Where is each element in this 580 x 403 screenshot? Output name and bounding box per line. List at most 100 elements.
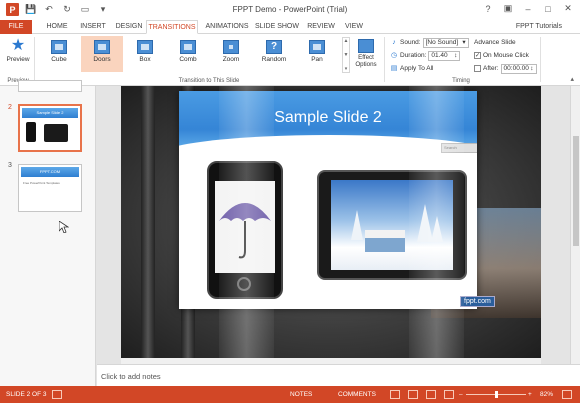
- transition-pan[interactable]: Pan: [296, 36, 338, 72]
- thumbnail-phone: [26, 122, 36, 142]
- ribbon-tabs: FILE HOME INSERT DESIGN TRANSITIONS ANIM…: [0, 20, 580, 34]
- minimize-icon[interactable]: –: [520, 2, 536, 15]
- vertical-scrollbar[interactable]: [570, 86, 580, 364]
- ribbon-display-icon[interactable]: ▣: [500, 2, 516, 15]
- transition-doors[interactable]: Doors: [81, 36, 123, 72]
- duration-value: 01.40: [431, 52, 448, 59]
- tab-file[interactable]: FILE: [0, 20, 32, 34]
- spellcheck-icon[interactable]: [52, 390, 62, 399]
- tab-view[interactable]: VIEW: [340, 20, 368, 34]
- slideshow-icon[interactable]: [444, 390, 454, 399]
- account-name[interactable]: FPPT Tutorials: [516, 20, 562, 34]
- zoom-level[interactable]: 82%: [540, 391, 553, 398]
- apply-to-all-button[interactable]: ▤ Apply To All: [390, 63, 470, 74]
- duration-label: Duration:: [400, 52, 427, 59]
- on-mouse-click-checkbox[interactable]: ✓: [474, 52, 481, 59]
- notes-pane[interactable]: Click to add notes: [97, 364, 580, 386]
- mouse-cursor-icon: [59, 221, 69, 233]
- transition-random[interactable]: ? Random: [253, 36, 295, 72]
- notes-toggle[interactable]: NOTES: [290, 391, 312, 398]
- tab-review[interactable]: REVIEW: [304, 20, 338, 34]
- zoom-out-icon[interactable]: –: [459, 391, 463, 398]
- zoom-icon: [223, 40, 239, 54]
- effect-options-label-2: Options: [355, 61, 377, 68]
- reading-view-icon[interactable]: [426, 390, 436, 399]
- transition-gallery: Cube Doors Box Comb Zoom ? Random Pan: [36, 36, 342, 74]
- transition-zoom[interactable]: Zoom: [210, 36, 252, 72]
- slide-thumbnail-2[interactable]: Sample Slide 2: [18, 104, 82, 152]
- tab-home[interactable]: HOME: [40, 20, 74, 34]
- sound-dropdown[interactable]: [No Sound] ▾: [422, 37, 469, 48]
- divider: [34, 37, 35, 82]
- tab-design[interactable]: DESIGN: [112, 20, 146, 34]
- effect-options-icon: [358, 39, 374, 53]
- fppt-badge: fppt.com: [460, 296, 495, 307]
- effect-options-label-1: Effect: [358, 54, 374, 61]
- collapse-ribbon-icon[interactable]: ▴: [570, 75, 574, 83]
- zoom-in-icon[interactable]: +: [528, 391, 532, 398]
- scene-pillar: [141, 86, 155, 358]
- help-icon[interactable]: ?: [480, 2, 496, 15]
- random-icon: ?: [266, 40, 282, 54]
- more-icon[interactable]: ▾: [345, 66, 348, 72]
- chevron-up-icon[interactable]: ▲: [344, 38, 349, 44]
- close-icon[interactable]: ✕: [560, 2, 576, 15]
- pan-icon: [309, 40, 325, 54]
- timing-left: ♪ Sound: [No Sound] ▾ ◷ Duration: 01.40 …: [390, 37, 470, 76]
- door-panel: [219, 86, 274, 358]
- preview-button[interactable]: ★ Preview: [4, 36, 32, 74]
- slide-thumbnails-pane: 2 Sample Slide 2 3 FPPT.COM Free PowerPo…: [0, 80, 96, 386]
- maximize-icon[interactable]: □: [540, 2, 556, 15]
- comments-toggle[interactable]: COMMENTS: [338, 391, 376, 398]
- zoom-slider[interactable]: [466, 391, 526, 398]
- thumbnail-title-bar: Sample Slide 2: [22, 108, 78, 118]
- doors-icon: [94, 40, 110, 54]
- fit-slide-icon[interactable]: [562, 390, 572, 399]
- clock-icon: ◷: [390, 51, 398, 59]
- divider: [384, 37, 385, 82]
- star-icon: ★: [10, 37, 26, 54]
- status-bar: SLIDE 2 OF 3 NOTES COMMENTS – + 82%: [0, 386, 580, 403]
- tab-slide-show[interactable]: SLIDE SHOW: [254, 20, 300, 34]
- apply-all-icon: ▤: [390, 64, 398, 72]
- normal-view-icon[interactable]: [390, 390, 400, 399]
- scroll-thumb[interactable]: [573, 136, 579, 246]
- slide-sorter-icon[interactable]: [408, 390, 418, 399]
- sound-value: [No Sound]: [425, 39, 459, 46]
- window-controls: ? ▣ – □ ✕: [480, 2, 576, 15]
- spin-arrows-icon: ↕: [530, 65, 534, 72]
- on-mouse-click-label: On Mouse Click: [483, 52, 529, 59]
- transition-cube[interactable]: Cube: [38, 36, 80, 72]
- duration-stepper[interactable]: 01.40 ↕: [428, 50, 461, 61]
- slide-thumbnail-1[interactable]: [18, 80, 82, 92]
- title-bar: P 💾 ↶ ↻ ▭ ▾ FPPT Demo - PowerPoint (Tria…: [0, 0, 580, 20]
- tab-insert[interactable]: INSERT: [76, 20, 110, 34]
- after-checkbox[interactable]: [474, 65, 481, 72]
- after-label: After:: [483, 65, 499, 72]
- thumbnail-number: 3: [8, 162, 12, 169]
- apply-all-label: Apply To All: [400, 65, 434, 72]
- thumbnail-number: 2: [8, 104, 12, 111]
- transition-label: Zoom: [222, 56, 240, 63]
- notes-placeholder[interactable]: Click to add notes: [101, 372, 161, 381]
- main-area: 2 Sample Slide 2 3 FPPT.COM Free PowerPo…: [0, 80, 580, 386]
- gallery-scroll[interactable]: ▲ ▼ ▾: [342, 37, 350, 73]
- advance-slide-label: Advance Slide: [474, 39, 516, 46]
- chevron-down-icon[interactable]: ▼: [344, 52, 349, 58]
- transition-comb[interactable]: Comb: [167, 36, 209, 72]
- effect-options-button[interactable]: Effect Options: [352, 36, 380, 74]
- slide-thumbnail-3[interactable]: FPPT.COM Free PowerPoint Templates: [18, 164, 82, 212]
- zoom-slider-knob[interactable]: [494, 391, 498, 398]
- preview-label: Preview: [6, 56, 30, 63]
- after-stepper[interactable]: 00:00.00 ↕: [500, 63, 537, 74]
- spin-arrows-icon: ↕: [454, 52, 458, 59]
- transition-label: Box: [139, 56, 151, 63]
- ribbon: ★ Preview Preview Cube Doors Box Comb Zo…: [0, 34, 580, 86]
- thumbnail-title-bar: FPPT.COM: [21, 167, 79, 177]
- transition-group-label: Transition to This Slide: [178, 78, 240, 84]
- transition-label: Comb: [179, 56, 197, 63]
- transition-box[interactable]: Box: [124, 36, 166, 72]
- transition-preview-scene: Sample Slide 2 Search: [121, 86, 541, 358]
- tab-animations[interactable]: ANIMATIONS: [202, 20, 252, 34]
- tab-transitions[interactable]: TRANSITIONS: [146, 20, 198, 34]
